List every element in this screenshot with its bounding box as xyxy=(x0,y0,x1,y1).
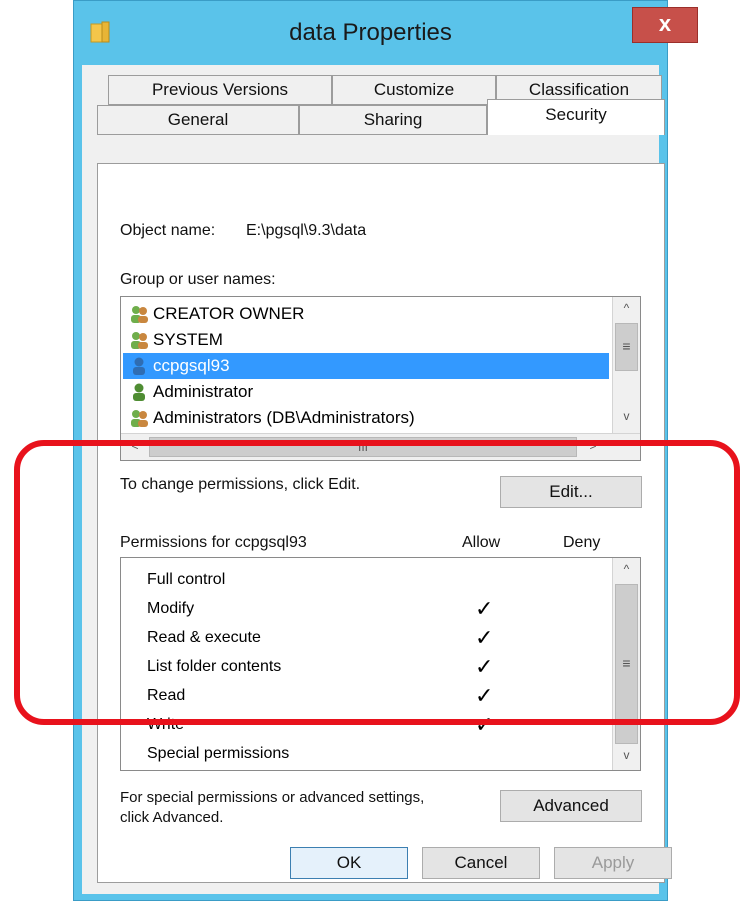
list-item-selected[interactable]: ccpgsql93 xyxy=(123,353,609,379)
scroll-right-icon[interactable]: > xyxy=(583,439,603,453)
allow-check-icon: ✓ xyxy=(475,596,494,621)
allow-check-icon: ✓ xyxy=(475,654,494,679)
user-name: CREATOR OWNER xyxy=(153,304,305,323)
tab-security[interactable]: Security xyxy=(487,99,665,135)
object-name-label: Object name: xyxy=(120,222,216,239)
user-list[interactable]: CREATOR OWNER SYSTEM ccpgsql93 Administr… xyxy=(120,296,641,461)
title-bar[interactable]: data Properties x xyxy=(74,1,698,65)
group-icon xyxy=(131,306,148,323)
allow-column-header: Allow xyxy=(462,534,501,551)
permission-row: Special permissions xyxy=(147,745,290,762)
apply-button[interactable]: Apply xyxy=(554,847,672,879)
scroll-left-icon[interactable]: < xyxy=(125,439,145,453)
tab-customize[interactable]: Customize xyxy=(332,75,496,105)
scroll-thumb[interactable]: ≡ xyxy=(615,584,638,744)
scroll-thumb-horizontal[interactable]: III xyxy=(149,437,577,457)
permissions-list[interactable]: Full control Modify Read & execute List … xyxy=(120,557,641,771)
scroll-up-icon[interactable]: ^ xyxy=(613,562,640,576)
list-item[interactable]: SYSTEM xyxy=(123,327,609,353)
permission-row: Modify xyxy=(147,600,195,617)
permission-row: List folder contents xyxy=(147,658,282,675)
ok-button[interactable]: OK xyxy=(290,847,408,879)
window-title: data Properties xyxy=(289,19,452,46)
user-list-vertical-scrollbar[interactable]: ^ ≡ v xyxy=(612,297,640,433)
permissions-for-label: Permissions for ccpgsql93 xyxy=(120,534,307,551)
permission-row: Read & execute xyxy=(147,629,261,646)
tab-sharing[interactable]: Sharing xyxy=(299,105,487,135)
close-button[interactable]: x xyxy=(632,7,698,43)
cancel-button[interactable]: Cancel xyxy=(422,847,540,879)
dialog-client: Previous Versions Customize Classificati… xyxy=(82,65,672,894)
user-icon xyxy=(133,383,145,401)
object-name-value: E:\pgsql\9.3\data xyxy=(246,222,367,239)
scroll-down-icon[interactable]: v xyxy=(613,409,640,423)
permission-row: Read xyxy=(147,687,186,704)
scroll-up-icon[interactable]: ^ xyxy=(613,301,640,315)
group-icon xyxy=(131,332,148,349)
advanced-button[interactable]: Advanced xyxy=(500,790,642,822)
user-name: Administrators (DB\Administrators) xyxy=(153,408,415,427)
allow-check-icon: ✓ xyxy=(475,712,494,737)
list-item[interactable]: Administrators (DB\Administrators) xyxy=(123,405,609,431)
scroll-down-icon[interactable]: v xyxy=(613,748,640,762)
allow-check-icon: ✓ xyxy=(475,625,494,650)
list-item[interactable]: Administrator xyxy=(123,379,609,405)
edit-button[interactable]: Edit... xyxy=(500,476,642,508)
advanced-hint-line2: click Advanced. xyxy=(120,809,224,826)
list-item[interactable]: CREATOR OWNER xyxy=(123,301,609,327)
user-name: ccpgsql93 xyxy=(153,356,230,375)
allow-check-icon: ✓ xyxy=(475,683,494,708)
user-name: Administrator xyxy=(153,382,254,401)
security-panel: Object name: E:\pgsql\9.3\data Group or … xyxy=(97,163,665,883)
change-permissions-hint: To change permissions, click Edit. xyxy=(120,476,361,493)
user-icon xyxy=(133,357,145,375)
user-name: SYSTEM xyxy=(153,330,223,349)
permissions-vertical-scrollbar[interactable]: ^ ≡ v xyxy=(612,558,640,770)
group-user-label: Group or user names: xyxy=(120,271,276,288)
permission-row: Full control xyxy=(147,571,226,588)
tab-general[interactable]: General xyxy=(97,105,299,135)
advanced-hint-line1: For special permissions or advanced sett… xyxy=(120,789,425,806)
deny-column-header: Deny xyxy=(563,534,601,551)
properties-window: data Properties x Previous Versions Cust… xyxy=(73,0,698,901)
user-list-horizontal-scrollbar[interactable]: < III > xyxy=(121,433,640,460)
permission-row: Write xyxy=(147,716,185,733)
scroll-thumb[interactable]: ≡ xyxy=(615,323,638,371)
group-icon xyxy=(131,410,148,427)
tab-previous-versions[interactable]: Previous Versions xyxy=(108,75,332,105)
